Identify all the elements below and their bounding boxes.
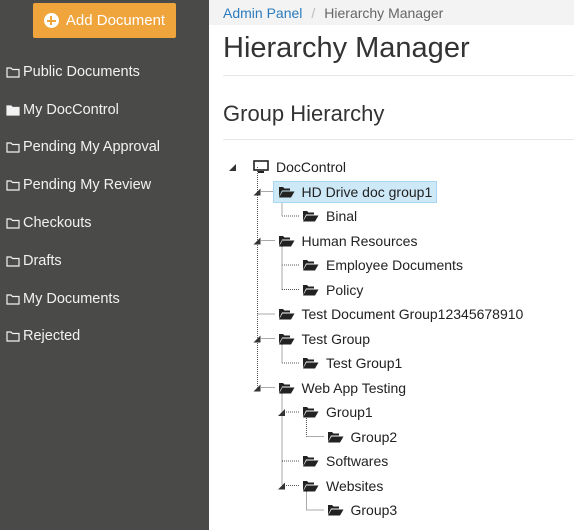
folder-outline-icon xyxy=(6,218,20,229)
sidebar-item-label: Public Documents xyxy=(23,63,140,80)
folder-outline-icon xyxy=(6,331,20,343)
breadcrumb-current: Hierarchy Manager xyxy=(324,4,444,21)
folder-open-icon xyxy=(327,431,343,442)
folder-open-icon xyxy=(278,309,294,320)
expand-toggle-icon[interactable] xyxy=(253,237,261,245)
tree-node-label: Binal xyxy=(326,208,358,224)
folder-open-icon xyxy=(303,480,319,491)
tree-node-label: Websites xyxy=(326,477,384,494)
tree-node-group1[interactable]: Group1 xyxy=(302,401,373,423)
tree-node-label: Softwares xyxy=(326,453,389,469)
folder-outline-icon xyxy=(6,180,20,191)
folder-outline-icon xyxy=(6,142,20,154)
folder-open-icon xyxy=(278,333,294,344)
folder-outline-icon xyxy=(6,67,20,78)
tree-node-test-group[interactable]: Test Group xyxy=(278,328,370,350)
tree-node-label: Group3 xyxy=(350,502,398,518)
breadcrumb-admin-panel-link[interactable]: Admin Panel xyxy=(223,5,302,21)
tree-node-web-app-testing[interactable]: Web App Testing xyxy=(278,377,407,399)
tree-node-test-group1[interactable]: Test Group1 xyxy=(302,352,402,374)
sidebar-item-my-documents[interactable]: My Documents xyxy=(0,280,209,318)
tree-node-label: HD Drive doc group1 xyxy=(301,183,433,200)
sidebar: Add Document Public Documents My DocContr… xyxy=(0,0,209,530)
sidebar-item-my-doccontrol[interactable]: My DocControl xyxy=(0,91,209,129)
sidebar-item-checkouts[interactable]: Checkouts xyxy=(0,204,209,242)
tree-node-group2[interactable]: Group2 xyxy=(327,426,398,448)
tree-node-label: Group1 xyxy=(326,404,373,420)
expand-toggle-icon[interactable] xyxy=(278,409,285,416)
page-title: Hierarchy Manager xyxy=(223,32,470,64)
tree-node-group3[interactable]: Group3 xyxy=(327,499,398,521)
folder-open-icon xyxy=(303,358,319,369)
folder-open-icon xyxy=(278,235,294,246)
folder-open-icon xyxy=(303,284,319,295)
sidebar-item-label: Checkouts xyxy=(23,215,92,232)
sidebar-item-public-documents[interactable]: Public Documents xyxy=(0,53,209,91)
plus-circle-icon xyxy=(43,13,59,28)
folder-open-icon xyxy=(303,407,319,418)
add-document-button[interactable]: Add Document xyxy=(33,3,176,38)
computer-icon xyxy=(253,160,269,173)
add-document-label: Add Document xyxy=(65,12,166,29)
tree-node-doccontrol[interactable]: DocControl xyxy=(253,156,346,178)
expand-toggle-icon[interactable] xyxy=(253,188,261,196)
sidebar-item-label: Pending My Review xyxy=(23,177,152,194)
folder-open-icon xyxy=(303,456,319,467)
expand-toggle-icon[interactable] xyxy=(229,164,236,171)
folder-open-icon xyxy=(327,505,343,516)
tree-node-softwares[interactable]: Softwares xyxy=(302,450,388,472)
sidebar-item-pending-my-approval[interactable]: Pending My Approval xyxy=(0,129,209,167)
sidebar-item-drafts[interactable]: Drafts xyxy=(0,242,209,280)
tree-node-hd-drive-doc-group1[interactable]: HD Drive doc group1 xyxy=(272,180,438,203)
sidebar-item-label: Drafts xyxy=(23,252,62,269)
tree-node-test-document-group12345678910[interactable]: Test Document Group12345678910 xyxy=(278,303,524,325)
tree-node-label: Test Document Group12345678910 xyxy=(301,306,524,322)
tree-node-websites[interactable]: Websites xyxy=(302,475,383,497)
folder-open-icon xyxy=(303,260,319,271)
tree-node-label: Group2 xyxy=(350,428,398,445)
tree-node-policy[interactable]: Policy xyxy=(302,279,363,301)
tree-node-human-resources[interactable]: Human Resources xyxy=(278,230,418,252)
section-title: Group Hierarchy xyxy=(223,101,385,126)
folder-open-icon xyxy=(278,186,294,197)
tree-node-binal[interactable]: Binal xyxy=(302,205,357,227)
expand-toggle-icon[interactable] xyxy=(253,335,261,343)
folder-outline-icon xyxy=(6,294,20,305)
folder-open-icon xyxy=(303,211,319,222)
tree-node-label: Web App Testing xyxy=(301,379,407,396)
sidebar-item-label: Rejected xyxy=(23,328,81,345)
sidebar-item-label: Pending My Approval xyxy=(23,139,161,156)
expand-toggle-icon[interactable] xyxy=(253,384,261,392)
tree-node-label: Test Group1 xyxy=(326,355,403,371)
folder-solid-icon xyxy=(6,105,20,116)
expand-toggle-icon[interactable] xyxy=(278,482,285,490)
folder-open-icon xyxy=(278,382,294,393)
breadcrumb-separator: / xyxy=(311,4,316,21)
sidebar-nav: Public Documents My DocControl Pending My … xyxy=(0,53,209,355)
sidebar-item-label: My DocControl xyxy=(23,101,119,118)
tree-node-label: DocControl xyxy=(276,159,347,175)
tree-node-label: Employee Documents xyxy=(326,257,463,273)
sidebar-item-rejected[interactable]: Rejected xyxy=(0,318,209,356)
tree-node-employee-documents[interactable]: Employee Documents xyxy=(302,254,463,276)
divider xyxy=(223,139,574,140)
folder-outline-icon xyxy=(6,256,20,267)
sidebar-item-pending-my-review[interactable]: Pending My Review xyxy=(0,166,209,204)
tree-node-label: Human Resources xyxy=(301,232,418,249)
tree-node-label: Test Group xyxy=(301,330,370,347)
divider xyxy=(223,75,574,76)
tree-node-label: Policy xyxy=(326,281,364,298)
sidebar-item-label: My Documents xyxy=(23,290,120,307)
breadcrumb: Admin Panel / Hierarchy Manager xyxy=(209,0,574,25)
